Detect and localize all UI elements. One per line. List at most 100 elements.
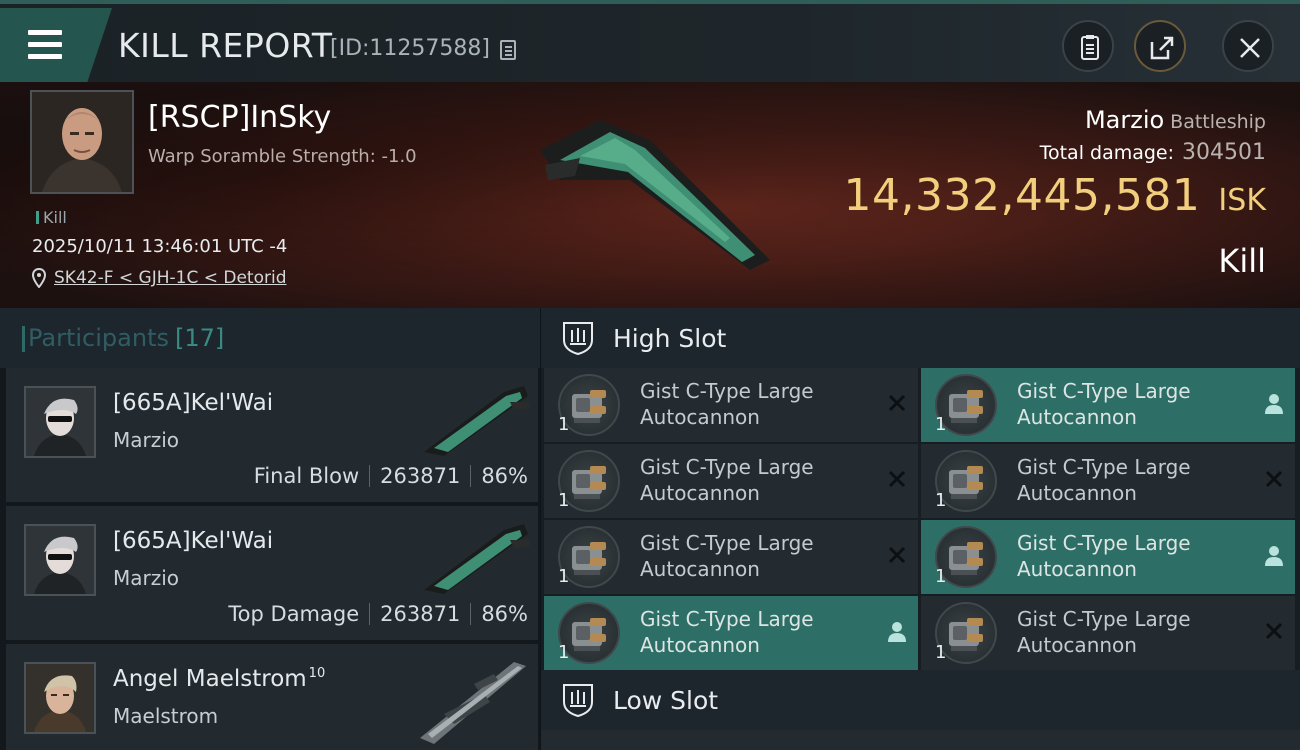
dropped-icon (886, 620, 908, 648)
module-name-line1: Gist C-Type Large (1017, 455, 1191, 479)
module-name-line2: Autocannon (1017, 557, 1137, 581)
destroyed-icon (886, 392, 908, 418)
participant-avatar (24, 524, 96, 596)
destroyed-icon (1263, 620, 1285, 646)
module-name-line2: Autocannon (640, 633, 760, 657)
module-name: Gist C-Type Large Autocannon (640, 454, 880, 506)
module-tile[interactable]: 1 Gist C-Type Large Autocannon (921, 520, 1295, 594)
module-quantity: 1 (935, 566, 947, 587)
menu-button[interactable] (0, 8, 112, 82)
victim-ship-class: Battleship (1170, 111, 1266, 133)
module-tile[interactable]: 1 Gist C-Type Large Autocannon (921, 368, 1295, 442)
participants-count: [17] (174, 324, 225, 352)
location-link[interactable]: SK42-F < GJH-1C < Detorid (54, 268, 287, 288)
destroyed-icon (886, 544, 908, 570)
participant-name[interactable]: [665A]Kel'Wai (113, 390, 273, 416)
participant-stats: Top Damage 263871 86% (228, 602, 528, 626)
fitting-panel: High Slot 1 Gist C-Type Large Autocannon 1 G… (541, 308, 1300, 750)
module-tile[interactable]: 1 Gist C-Type Large Autocannon (544, 596, 918, 670)
participant-ship-image (424, 386, 530, 456)
share-button[interactable] (1134, 20, 1186, 72)
destroyed-icon (1263, 468, 1285, 494)
report-id: [ID:11257588] (330, 36, 490, 61)
module-name-line1: Gist C-Type Large (640, 531, 814, 555)
module-name-line1: Gist C-Type Large (640, 455, 814, 479)
clipboard-icon (1081, 35, 1099, 60)
isk-value: 14,332,445,581 (843, 170, 1201, 221)
copy-icon[interactable] (500, 40, 516, 60)
participant-name[interactable]: [665A]Kel'Wai (113, 528, 273, 554)
low-slot-header: Low Slot (541, 670, 1300, 730)
participant-avatar (24, 386, 96, 458)
dropped-icon (1263, 392, 1285, 420)
participant-role: Final Blow (253, 464, 360, 488)
result-label: Kill (1218, 242, 1266, 280)
module-tile[interactable]: 1 Gist C-Type Large Autocannon (544, 520, 918, 594)
high-slot-icon (563, 322, 593, 356)
module-name: Gist C-Type Large Autocannon (1017, 606, 1257, 658)
participant-ship: Marzio (113, 428, 180, 452)
high-slot-header: High Slot (541, 308, 1300, 368)
participants-panel: Participants [17] [665A]Kel'Wai Marzio Fi… (0, 308, 540, 750)
module-name-line2: Autocannon (640, 405, 760, 429)
low-slot-row-partial (541, 730, 1300, 750)
module-tile[interactable]: 1 Gist C-Type Large Autocannon (544, 444, 918, 518)
module-name-line2: Autocannon (1017, 481, 1137, 505)
participants-title: Participants [17] (21, 324, 225, 352)
warp-scramble-text: Warp Soramble Strength: -1.0 (148, 146, 417, 167)
high-slot-label: High Slot (613, 324, 727, 353)
participant-ship-image (424, 524, 530, 594)
participant-damage: 263871 (380, 602, 461, 626)
victim-ship-image (540, 120, 770, 270)
participant-name[interactable]: Angel Maelstrom 10 (113, 666, 325, 692)
total-damage: Total damage: 304501 (1040, 140, 1266, 165)
participant-row[interactable]: [665A]Kel'Wai Marzio Final Blow 263871 86% (6, 368, 538, 502)
module-name-line1: Gist C-Type Large (640, 607, 814, 631)
close-icon (1240, 38, 1260, 58)
module-quantity: 1 (558, 490, 570, 511)
clipboard-button[interactable] (1062, 20, 1114, 72)
participant-stats: Final Blow 263871 86% (254, 464, 528, 488)
module-quantity: 1 (558, 414, 570, 435)
share-icon (1150, 36, 1174, 60)
kill-datetime: 2025/10/11 13:46:01 UTC -4 (32, 236, 288, 257)
participant-row[interactable]: [665A]Kel'Wai Marzio Top Damage 263871 86% (6, 506, 538, 640)
location-pin-icon (32, 268, 46, 288)
victim-name[interactable]: [RSCP]InSky (148, 100, 331, 135)
participant-avatar (24, 662, 96, 734)
module-name: Gist C-Type Large Autocannon (640, 530, 880, 582)
module-quantity: 1 (558, 642, 570, 663)
low-slot-label: Low Slot (613, 686, 719, 715)
module-tile[interactable]: 1 Gist C-Type Large Autocannon (921, 444, 1295, 518)
total-damage-value: 304501 (1182, 140, 1266, 165)
module-name-line2: Autocannon (640, 557, 760, 581)
participant-name-text: Angel Maelstrom (113, 666, 307, 692)
total-damage-label: Total damage: (1039, 142, 1175, 164)
participant-percent: 86% (481, 464, 528, 488)
module-name: Gist C-Type Large Autocannon (640, 378, 880, 430)
participant-ship-image (420, 662, 526, 744)
module-quantity: 1 (935, 414, 947, 435)
top-bar: KILL REPORT [ID:11257588] (0, 0, 1300, 82)
module-name-line1: Gist C-Type Large (1017, 607, 1191, 631)
module-quantity: 1 (558, 566, 570, 587)
module-quantity: 1 (935, 642, 947, 663)
participant-ship: Marzio (113, 566, 180, 590)
stats-divider (369, 603, 371, 625)
stats-divider (369, 465, 371, 487)
participant-percent: 86% (481, 602, 528, 626)
participant-ship: Maelstrom (113, 704, 219, 728)
module-tile[interactable]: 1 Gist C-Type Large Autocannon (544, 368, 918, 442)
participant-role: Top Damage (228, 602, 360, 626)
close-button[interactable] (1222, 20, 1274, 72)
victim-avatar[interactable] (30, 90, 134, 194)
menu-icon-bar (28, 54, 62, 59)
module-name-line2: Autocannon (640, 481, 760, 505)
module-name: Gist C-Type Large Autocannon (1017, 454, 1257, 506)
stats-divider (470, 603, 472, 625)
module-name-line1: Gist C-Type Large (1017, 531, 1191, 555)
module-tile[interactable]: 1 Gist C-Type Large Autocannon (921, 596, 1295, 670)
module-name-line1: Gist C-Type Large (640, 379, 814, 403)
module-quantity: 1 (935, 490, 947, 511)
participant-row[interactable]: Angel Maelstrom 10 Maelstrom (6, 644, 538, 750)
